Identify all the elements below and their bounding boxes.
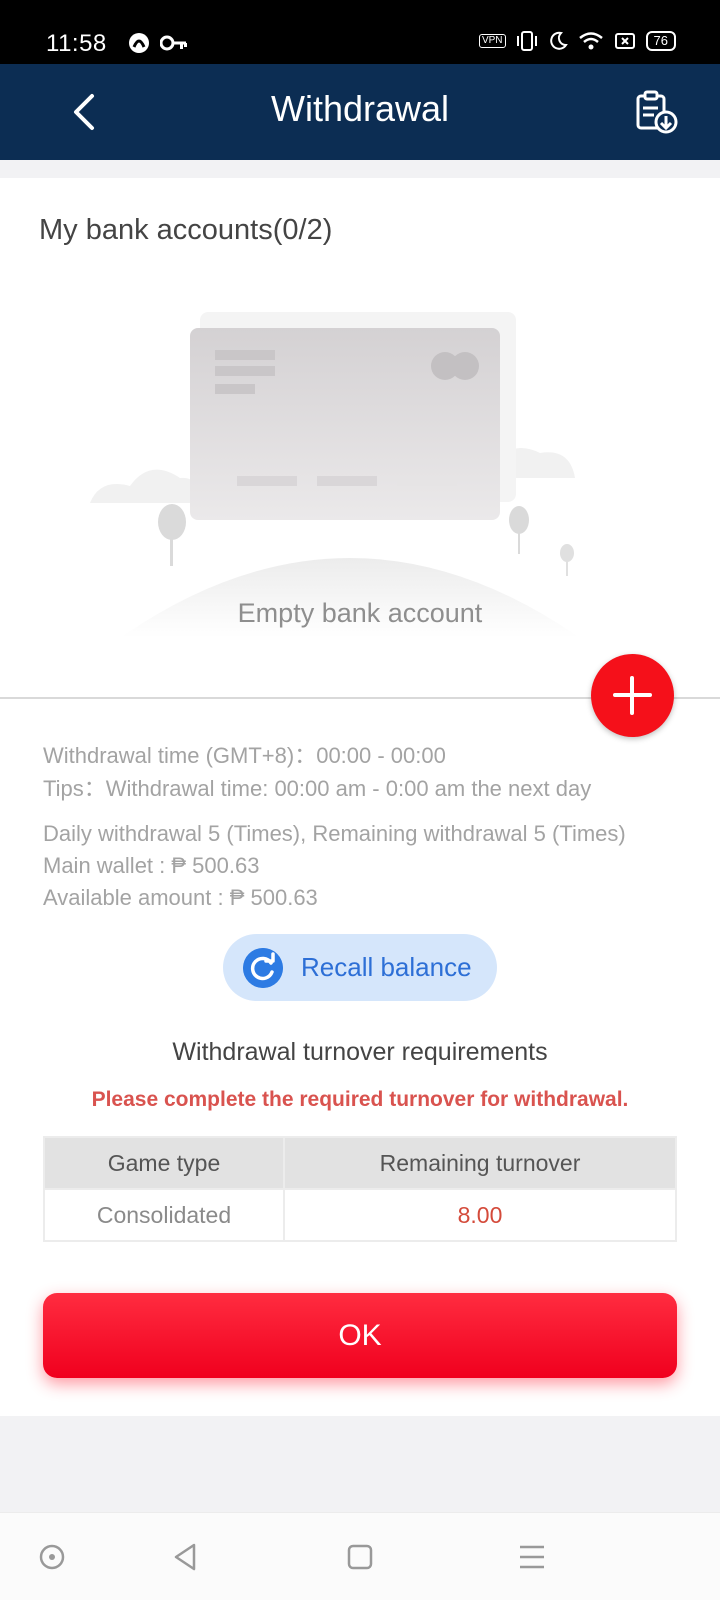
table-row: Consolidated 8.00 (43, 1188, 677, 1242)
empty-card-illustration (90, 312, 580, 638)
status-bar: 11:58 VPN 76 (0, 0, 720, 64)
withdrawal-time-text: Withdrawal time (GMT+8)：00:00 - 00:00 (43, 743, 446, 768)
recall-balance-label: Recall balance (301, 952, 472, 982)
main-wallet-text: Main wallet : ₱ 500.63 (43, 853, 260, 878)
available-amount-text: Available amount : ₱ 500.63 (43, 885, 318, 910)
bank-accounts-title: My bank accounts(0/2) (39, 214, 333, 246)
battery-icon: 76 (645, 31, 676, 51)
system-navbar (0, 1512, 720, 1600)
menu-lines-icon[interactable] (512, 1537, 552, 1577)
notification-app-icon (129, 33, 149, 53)
key-icon (160, 35, 187, 51)
home-circle-icon[interactable] (32, 1537, 72, 1577)
refresh-icon (243, 948, 283, 988)
withdrawal-panel: My bank accounts(0/2) Empty bank account… (0, 178, 720, 1416)
column-header-remaining-turnover: Remaining turnover (283, 1136, 677, 1190)
page-title: Withdrawal (270, 88, 450, 129)
app-header: Withdrawal (0, 64, 720, 160)
vpn-icon: VPN (478, 34, 506, 48)
ok-button[interactable]: OK (43, 1293, 677, 1378)
empty-bank-account-text: Empty bank account (237, 598, 483, 628)
tips-text: Tips：Withdrawal time: 00:00 am - 0:00 am… (43, 776, 592, 801)
game-type-cell: Consolidated (43, 1188, 285, 1242)
turnover-warning: Please complete the required turnover fo… (91, 1088, 629, 1111)
turnover-table: Game type Remaining turnover Consolidate… (43, 1136, 677, 1242)
sim-icon (614, 33, 635, 49)
recall-balance-button[interactable]: Recall balance (223, 934, 497, 1001)
recents-square-icon[interactable] (340, 1537, 380, 1577)
vibrate-icon (516, 31, 537, 51)
table-header-row: Game type Remaining turnover (43, 1136, 677, 1190)
remaining-turnover-cell: 8.00 (283, 1188, 677, 1242)
clipboard-download-icon[interactable] (632, 88, 680, 136)
status-time: 11:58 (46, 30, 107, 57)
turnover-requirements-title: Withdrawal turnover requirements (172, 1038, 548, 1066)
add-bank-account-button[interactable] (591, 654, 674, 737)
back-triangle-icon[interactable] (166, 1537, 206, 1577)
daily-withdrawal-text: Daily withdrawal 5 (Times), Remaining wi… (43, 821, 626, 846)
column-header-game-type: Game type (43, 1136, 285, 1190)
wifi-icon (578, 32, 603, 50)
moon-icon (549, 31, 568, 50)
